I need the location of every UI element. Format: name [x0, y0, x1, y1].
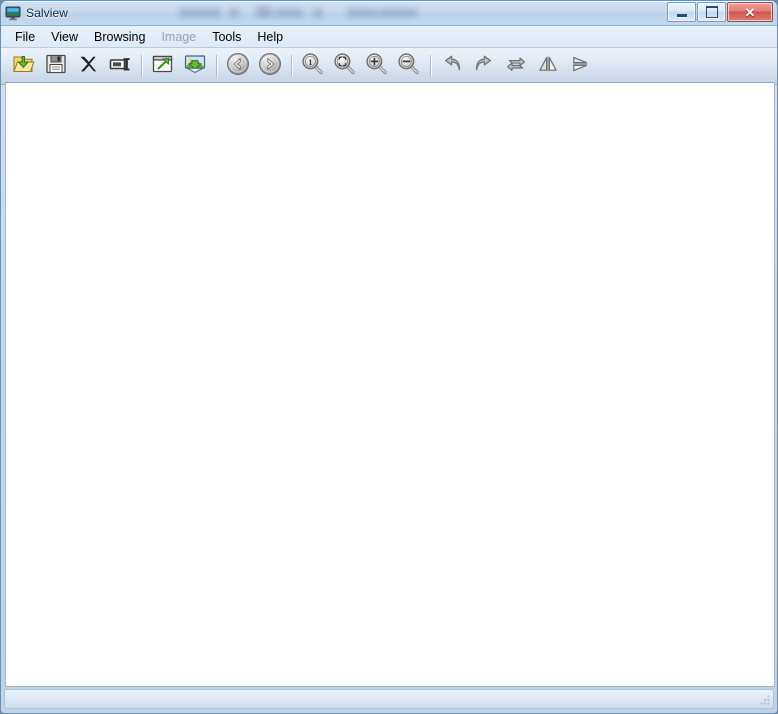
navigate-forward-icon [257, 51, 283, 82]
resize-grip[interactable] [757, 693, 771, 707]
flip-horizontal-icon [535, 51, 561, 82]
status-bar [4, 689, 774, 709]
obscured-background-content [151, 1, 571, 25]
menu-item-file[interactable]: File [7, 28, 43, 46]
image-canvas[interactable] [5, 82, 775, 687]
window-controls: ✕ [667, 2, 773, 22]
rotate-right-button[interactable] [468, 50, 500, 82]
toolbar: 1 [1, 48, 777, 85]
maximize-button[interactable] [697, 2, 726, 22]
zoom-out-button[interactable] [393, 50, 425, 82]
rotate-left-button[interactable] [436, 50, 468, 82]
toolbar-separator [291, 55, 292, 77]
close-icon: ✕ [744, 4, 756, 20]
flip-vertical-button[interactable] [564, 50, 596, 82]
toolbar-separator [216, 55, 217, 77]
close-button[interactable]: ✕ [727, 2, 773, 22]
window-title: Salview [26, 6, 69, 20]
title-bar[interactable]: Salview ✕ [1, 1, 777, 26]
save-floppy-icon [44, 52, 68, 81]
rename-icon [108, 52, 132, 81]
svg-text:1: 1 [308, 57, 312, 66]
close-x-icon [76, 52, 100, 81]
open-button[interactable] [8, 50, 40, 82]
menu-item-view[interactable]: View [43, 28, 86, 46]
toolbar-separator [141, 55, 142, 77]
zoom-actual-size-icon: 1 [300, 51, 326, 82]
save-button[interactable] [40, 50, 72, 82]
zoom-in-icon [364, 51, 390, 82]
rotate-180-icon [503, 51, 529, 82]
rotate-right-icon [471, 51, 497, 82]
maximize-icon [705, 6, 718, 18]
rename-button[interactable] [104, 50, 136, 82]
menu-item-tools[interactable]: Tools [204, 28, 249, 46]
minimize-icon [676, 13, 687, 17]
next-image-button[interactable] [254, 50, 286, 82]
zoom-fit-icon [332, 51, 358, 82]
monitor-icon[interactable] [5, 5, 21, 21]
flip-vertical-icon [567, 51, 593, 82]
open-external-icon [151, 52, 175, 81]
navigate-back-icon [225, 51, 251, 82]
set-wallpaper-button[interactable] [179, 50, 211, 82]
close-image-button[interactable] [72, 50, 104, 82]
menu-item-help[interactable]: Help [249, 28, 291, 46]
menu-bar: File View Browsing Image Tools Help [1, 26, 777, 48]
fit-to-window-button[interactable] [329, 50, 361, 82]
menu-item-image: Image [161, 29, 197, 44]
open-external-button[interactable] [147, 50, 179, 82]
minimize-button[interactable] [667, 2, 696, 22]
rotate-left-icon [439, 51, 465, 82]
set-wallpaper-icon [183, 52, 207, 81]
flip-horizontal-button[interactable] [532, 50, 564, 82]
open-folder-icon [12, 52, 36, 81]
previous-image-button[interactable] [222, 50, 254, 82]
zoom-out-icon [396, 51, 422, 82]
toolbar-separator [430, 55, 431, 77]
menu-item-browsing[interactable]: Browsing [86, 28, 153, 46]
zoom-in-button[interactable] [361, 50, 393, 82]
rotate-180-button[interactable] [500, 50, 532, 82]
application-window: Salview ✕ File View Browsing Image Tools… [0, 0, 778, 714]
actual-size-button[interactable]: 1 [297, 50, 329, 82]
